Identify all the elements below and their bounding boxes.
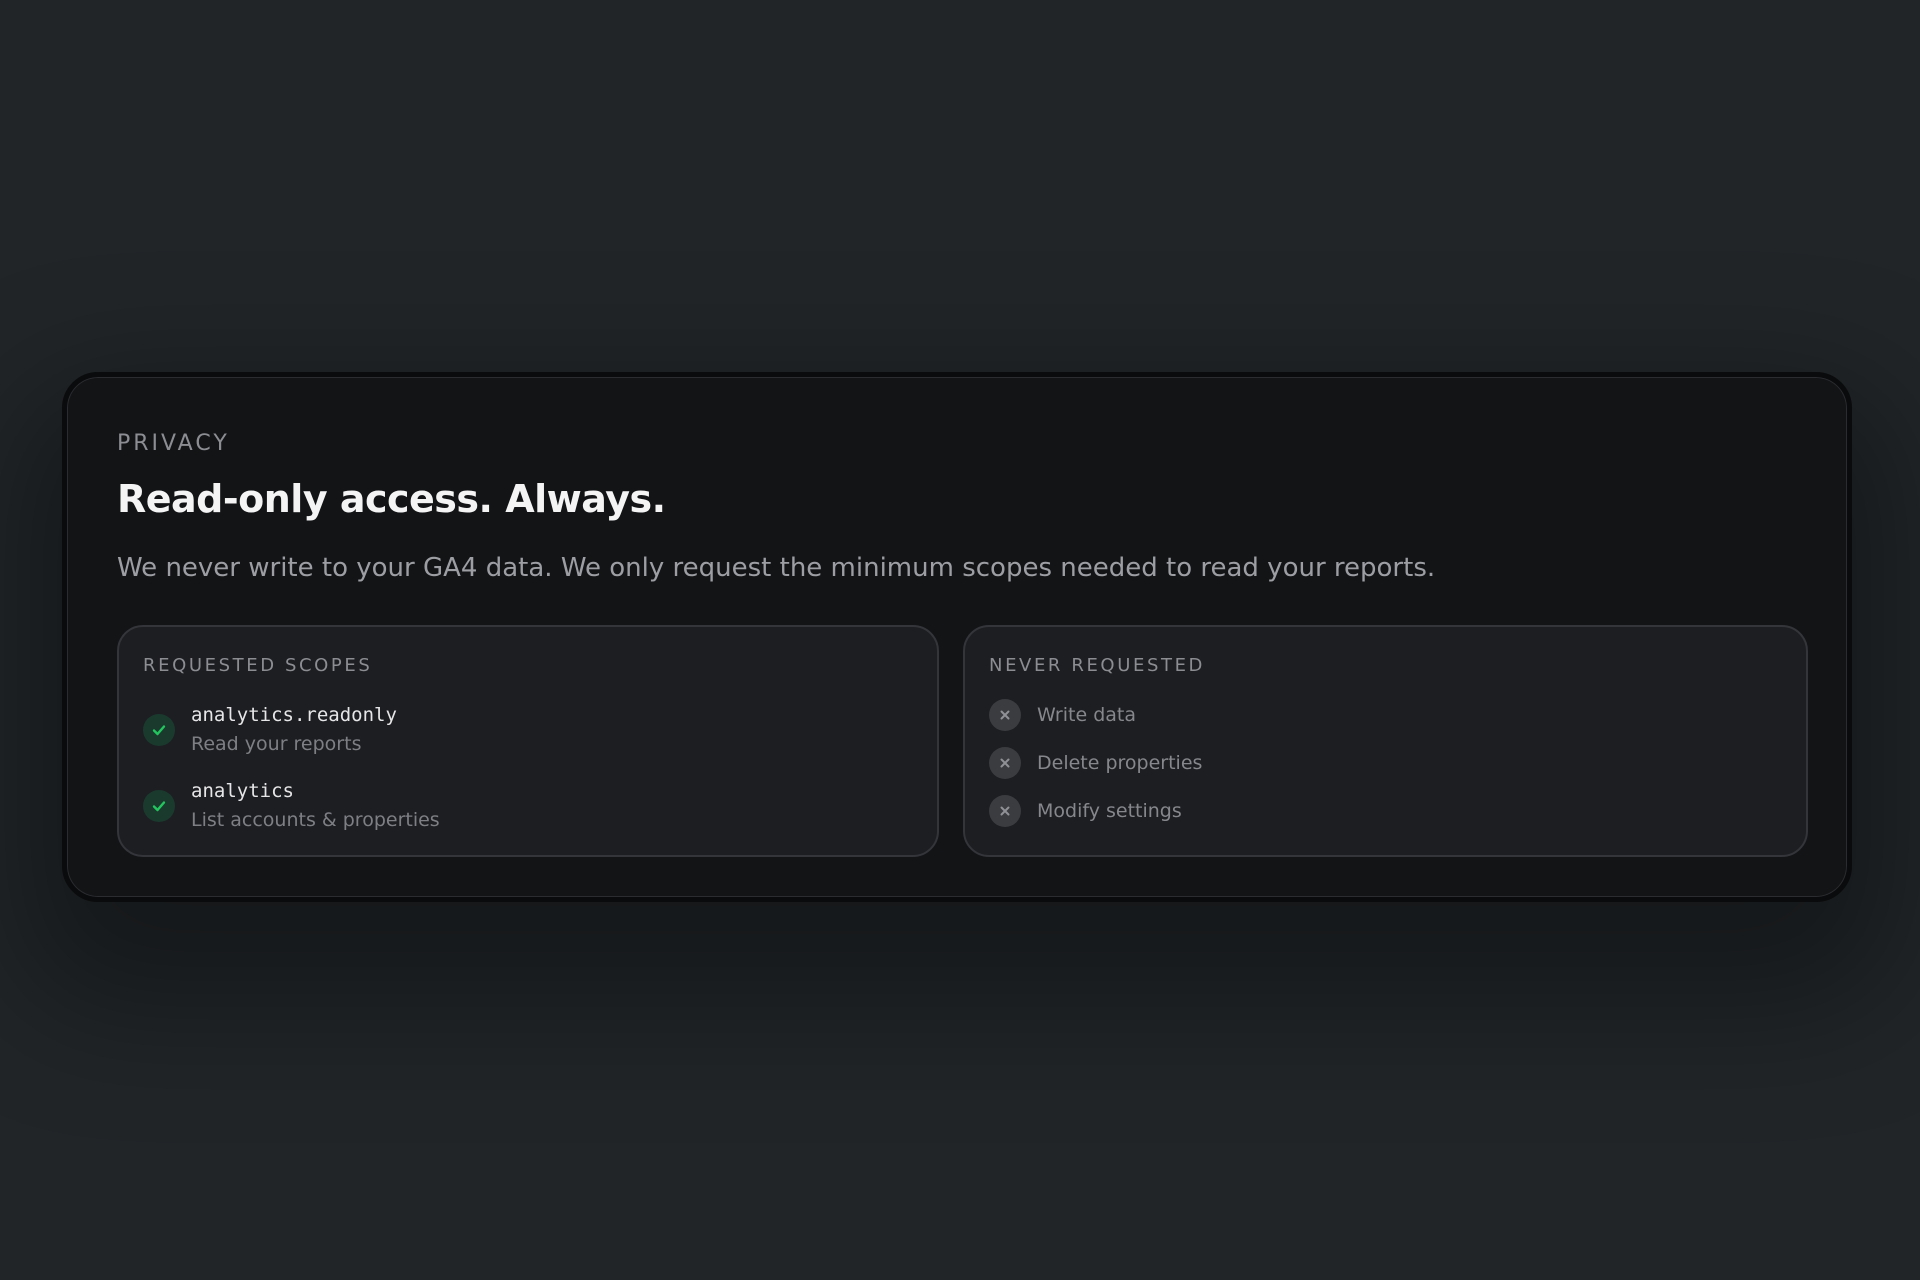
- never-requested-label: NEVER REQUESTED: [989, 655, 1206, 676]
- requested-scopes-panel: REQUESTED SCOPES analytics.readonly Read…: [117, 625, 939, 857]
- scope-description: List accounts & properties: [191, 809, 440, 831]
- x-icon: [989, 699, 1021, 731]
- never-item: Modify settings: [989, 795, 1182, 827]
- check-icon: [143, 714, 175, 746]
- page-title: Read-only access. Always.: [117, 477, 666, 521]
- never-item-label: Write data: [1037, 704, 1136, 726]
- privacy-card: PRIVACY Read-only access. Always. We nev…: [62, 372, 1852, 902]
- scope-name: analytics.readonly: [191, 704, 397, 726]
- check-icon: [143, 790, 175, 822]
- never-requested-panel: NEVER REQUESTED Write data Delete proper…: [963, 625, 1808, 857]
- never-item-label: Delete properties: [1037, 752, 1203, 774]
- never-item: Write data: [989, 699, 1136, 731]
- x-icon: [989, 795, 1021, 827]
- scope-item: analytics.readonly Read your reports: [143, 701, 397, 759]
- scope-item: analytics List accounts & properties: [143, 777, 440, 835]
- scope-description: Read your reports: [191, 733, 362, 755]
- requested-scopes-label: REQUESTED SCOPES: [143, 655, 373, 676]
- never-item-label: Modify settings: [1037, 800, 1182, 822]
- scope-name: analytics: [191, 780, 294, 802]
- never-item: Delete properties: [989, 747, 1202, 779]
- privacy-description: We never write to your GA4 data. We only…: [117, 553, 1436, 583]
- section-eyebrow: PRIVACY: [117, 431, 230, 456]
- x-icon: [989, 747, 1021, 779]
